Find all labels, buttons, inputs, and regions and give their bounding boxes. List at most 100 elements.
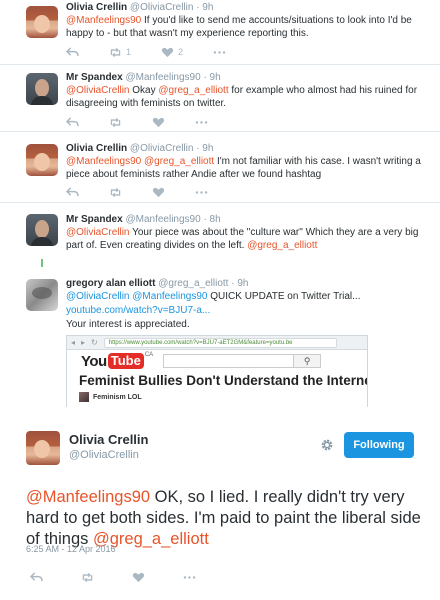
mention-link[interactable]: @greg_a_elliott xyxy=(158,85,228,96)
tweet[interactable]: Mr Spandex @Manfeelings90 · 8h @OliviaCr… xyxy=(0,204,440,259)
author-handle[interactable]: @OliviaCrellin xyxy=(69,449,139,461)
tweet[interactable]: Olivia Crellin @OliviaCrellin · 9h @Manf… xyxy=(0,0,440,65)
tweet-text: @Manfeelings90 @greg_a_elliott I'm not f… xyxy=(66,155,426,181)
youtube-header: You Tube CA ⚲ xyxy=(67,350,367,372)
channel-thumbnail xyxy=(79,392,89,402)
tweet-header: gregory alan elliott @greg_a_elliott · 9… xyxy=(66,278,248,290)
heart-icon xyxy=(152,187,165,197)
search-icon: ⚲ xyxy=(293,354,322,368)
author-name[interactable]: Olivia Crellin xyxy=(69,432,148,447)
more-icon xyxy=(213,50,226,54)
tweet[interactable]: Olivia Crellin @OliviaCrellin · 9h @Manf… xyxy=(0,133,440,203)
reply-icon xyxy=(66,46,79,56)
youtube-logo: You xyxy=(81,352,107,370)
more-button[interactable] xyxy=(195,117,208,128)
address-bar: https://www.youtube.com/watch?v=BJU7-aET… xyxy=(103,337,337,348)
mention-link[interactable]: @Manfeelings90 xyxy=(66,156,141,167)
retweet-button[interactable] xyxy=(109,117,122,128)
reply-button[interactable] xyxy=(66,116,79,128)
focused-tweet[interactable]: Olivia Crellin @OliviaCrellin Following … xyxy=(0,407,440,600)
author-handle[interactable]: @OliviaCrellin xyxy=(130,143,194,154)
tweet-time[interactable]: · 9h xyxy=(203,72,220,83)
author-name[interactable]: gregory alan elliott xyxy=(66,278,155,289)
avatar[interactable] xyxy=(26,6,58,38)
tweet-text-body: QUICK UPDATE on Twitter Trial... xyxy=(207,291,361,302)
author-name[interactable]: Olivia Crellin xyxy=(66,2,127,13)
avatar[interactable] xyxy=(26,144,58,176)
tweet-text: @OliviaCrellin Your piece was about the … xyxy=(66,226,426,252)
following-button[interactable]: Following xyxy=(344,432,414,458)
tweet-header: Mr Spandex @Manfeelings90 · 9h xyxy=(66,72,221,84)
mention-link[interactable]: @OliviaCrellin xyxy=(66,227,130,238)
author-name[interactable]: Olivia Crellin xyxy=(66,143,127,154)
author-name[interactable]: Mr Spandex xyxy=(66,72,123,83)
video-link[interactable]: youtube.com/watch?v=BJU7-a... xyxy=(66,305,210,316)
tweet-time[interactable]: · 9h xyxy=(231,278,248,289)
more-button[interactable] xyxy=(195,187,208,198)
youtube-logo-tube: Tube xyxy=(107,353,144,369)
retweet-button[interactable]: 1 xyxy=(109,47,131,58)
author-handle[interactable]: @Manfeelings90 xyxy=(125,72,200,83)
tweet[interactable]: Mr Spandex @Manfeelings90 · 9h @OliviaCr… xyxy=(0,66,440,132)
heart-icon xyxy=(161,47,174,57)
mention-link[interactable]: @OliviaCrellin xyxy=(66,291,130,302)
tweet-actions xyxy=(30,571,234,583)
gear-icon[interactable] xyxy=(320,438,334,452)
more-button[interactable] xyxy=(213,47,226,58)
more-icon xyxy=(195,120,208,124)
reply-button[interactable] xyxy=(66,46,79,58)
avatar[interactable] xyxy=(26,214,58,246)
retweet-icon xyxy=(82,572,93,582)
tweet-text-body: Okay xyxy=(129,85,159,96)
tweet-text: @Manfeelings90 If you'd like to send me … xyxy=(66,14,426,40)
author-name[interactable]: Mr Spandex xyxy=(66,214,123,225)
youtube-search-input xyxy=(163,354,294,368)
heart-icon xyxy=(152,117,165,127)
section-divider xyxy=(0,259,440,267)
tweet-header: Mr Spandex @Manfeelings90 · 8h xyxy=(66,214,221,226)
avatar[interactable] xyxy=(26,73,58,105)
like-button[interactable] xyxy=(152,187,165,198)
author-handle[interactable]: @Manfeelings90 xyxy=(125,214,200,225)
author-handle[interactable]: @OliviaCrellin xyxy=(130,2,194,13)
tweet-actions xyxy=(66,186,238,198)
like-button[interactable] xyxy=(132,572,145,583)
region-label: CA xyxy=(144,352,154,358)
more-icon xyxy=(183,575,196,579)
tweet[interactable]: gregory alan elliott @greg_a_elliott · 9… xyxy=(0,267,440,407)
tweet-header: Olivia Crellin @OliviaCrellin · 9h xyxy=(66,143,213,155)
tweet-text-body: Your interest is appreciated. xyxy=(66,319,190,330)
channel-name: Feminism LOL xyxy=(93,393,142,401)
browser-toolbar: ◂ ▸ ↻ https://www.youtube.com/watch?v=BJ… xyxy=(67,336,367,350)
retweet-icon xyxy=(110,117,121,127)
retweet-button[interactable] xyxy=(81,572,94,583)
retweet-count: 1 xyxy=(126,47,132,57)
back-icon: ◂ xyxy=(71,338,76,347)
more-icon xyxy=(195,190,208,194)
like-button[interactable] xyxy=(152,117,165,128)
tweet-time[interactable]: · 8h xyxy=(203,214,220,225)
tweet-time[interactable]: · 9h xyxy=(196,2,213,13)
mention-link[interactable]: @Manfeelings90 xyxy=(66,15,141,26)
mention-link[interactable]: @Manfeelings90 xyxy=(132,291,207,302)
retweet-button[interactable] xyxy=(109,187,122,198)
reply-button[interactable] xyxy=(30,571,43,583)
more-button[interactable] xyxy=(183,572,196,583)
tweet-timestamp[interactable]: 6:25 AM - 12 Apr 2016 xyxy=(26,544,116,554)
tweet-text: @OliviaCrellin @Manfeelings90 QUICK UPDA… xyxy=(66,290,426,332)
video-title: Feminist Bullies Don't Understand the In… xyxy=(79,373,368,388)
forward-icon: ▸ xyxy=(81,338,86,347)
avatar[interactable] xyxy=(26,431,60,465)
author-handle[interactable]: @greg_a_elliott xyxy=(158,278,228,289)
mention-link[interactable]: @OliviaCrellin xyxy=(66,85,130,96)
reply-button[interactable] xyxy=(66,186,79,198)
mention-link[interactable]: @Manfeelings90 xyxy=(26,488,150,506)
like-button[interactable]: 2 xyxy=(161,47,183,58)
retweet-icon xyxy=(110,187,121,197)
tweet-time[interactable]: · 9h xyxy=(196,143,213,154)
mention-link[interactable]: @greg_a_elliott xyxy=(144,156,214,167)
avatar[interactable] xyxy=(26,279,58,311)
mention-link[interactable]: @greg_a_elliott xyxy=(247,240,317,251)
retweet-icon xyxy=(110,47,121,57)
link-preview-card[interactable]: ◂ ▸ ↻ https://www.youtube.com/watch?v=BJ… xyxy=(66,335,368,407)
